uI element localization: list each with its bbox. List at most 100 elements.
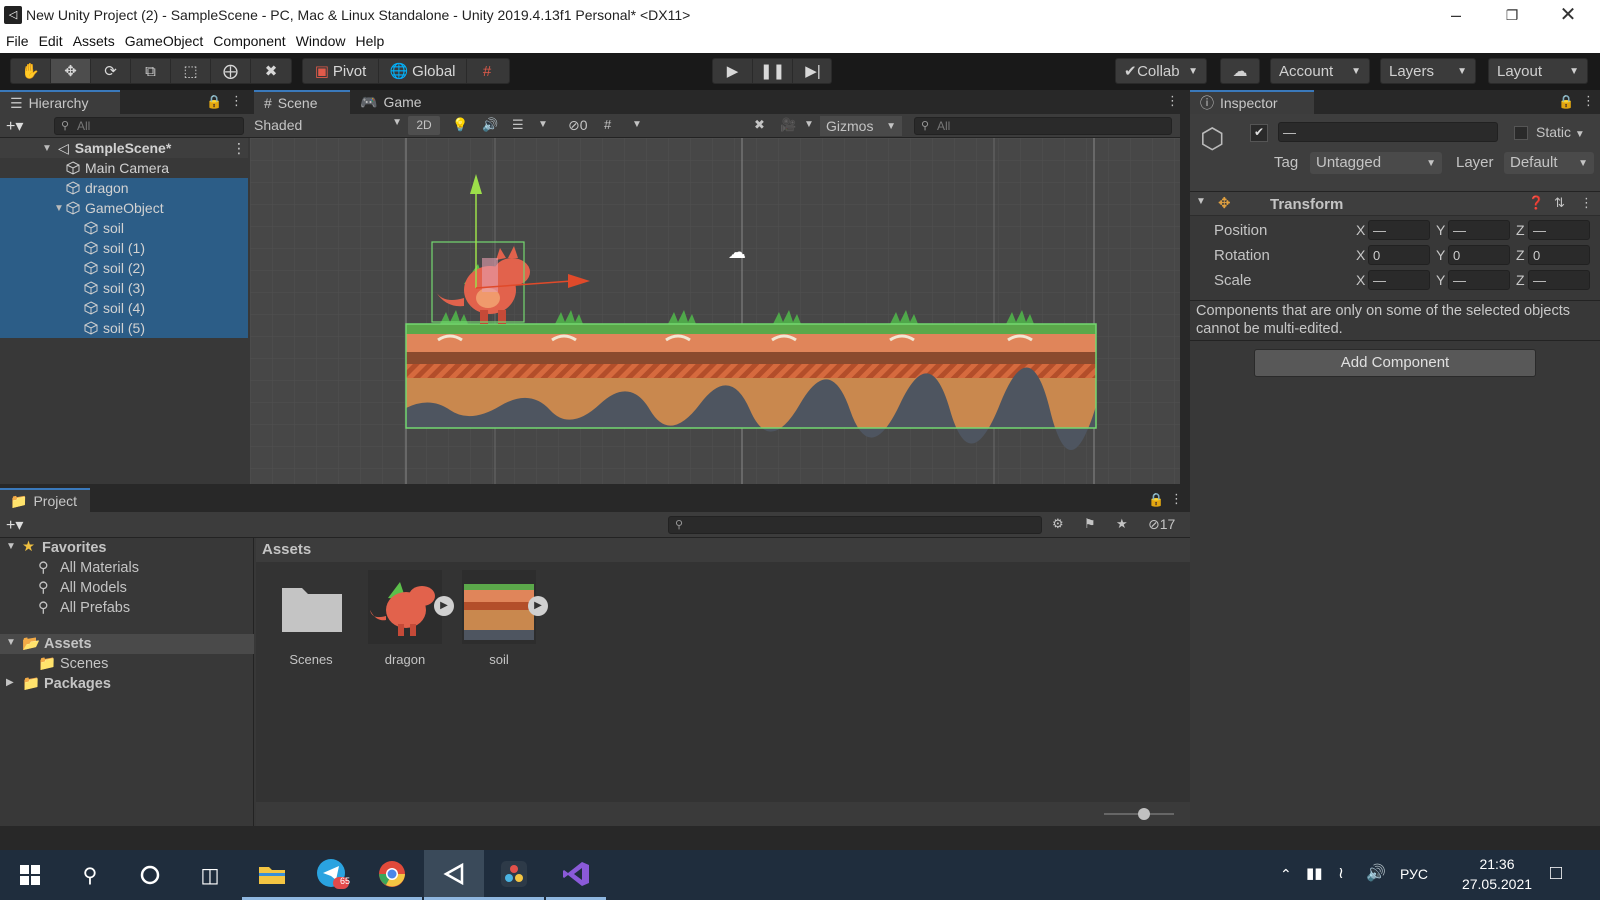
fav-item-all-models[interactable]: ⚲ All Models	[0, 578, 254, 598]
expand-triangle-icon[interactable]: ▼	[54, 203, 66, 214]
expand-sprite-icon[interactable]: ▶	[528, 596, 548, 616]
kebab-menu-icon[interactable]: ⋮	[230, 93, 243, 109]
transform-tool-icon[interactable]: ⨁	[211, 59, 251, 83]
chevron-down-icon[interactable]: ▼	[538, 119, 548, 130]
hierarchy-search-input[interactable]: ⚲ All	[54, 117, 244, 135]
scene-viewport[interactable]: ☁	[250, 138, 1180, 484]
menu-help[interactable]: Help	[349, 30, 388, 49]
tag-dropdown[interactable]: Untagged ▼	[1310, 152, 1442, 174]
unity-icon[interactable]	[424, 850, 484, 900]
hierarchy-item-soil-2[interactable]: soil (2)	[0, 258, 248, 278]
menu-assets[interactable]: Assets	[67, 30, 119, 49]
create-plus-icon[interactable]: +▾	[6, 515, 23, 535]
grid-icon[interactable]: #	[604, 117, 611, 132]
minimize-icon[interactable]: –	[1428, 0, 1484, 30]
grid-snap-icon[interactable]: #	[467, 59, 507, 83]
account-dropdown[interactable]: Account ▼	[1270, 58, 1370, 84]
gizmos-dropdown[interactable]: Gizmos ▼	[820, 116, 902, 136]
kebab-menu-icon[interactable]: ⋮	[1166, 93, 1179, 109]
chrome-icon[interactable]	[362, 850, 422, 900]
volume-icon[interactable]: 🔊	[1366, 863, 1386, 883]
hierarchy-item-soil-1[interactable]: soil (1)	[0, 238, 248, 258]
file-explorer-icon[interactable]	[242, 850, 302, 900]
play-icon[interactable]: ▶	[713, 59, 753, 83]
menu-window[interactable]: Window	[290, 30, 350, 49]
breadcrumb[interactable]: Assets	[256, 538, 1190, 562]
cortana-icon[interactable]	[120, 850, 180, 900]
filter-label-icon[interactable]: ⚑	[1084, 516, 1096, 532]
restore-icon[interactable]: ❐	[1484, 0, 1540, 30]
hidden-packages-toggle[interactable]: ⊘17	[1148, 516, 1175, 533]
language-indicator[interactable]: РУС	[1400, 866, 1428, 882]
chevron-down-icon[interactable]: ▼	[804, 119, 814, 130]
camera-icon[interactable]: 🎥	[780, 117, 796, 133]
zoom-slider-thumb[interactable]	[1138, 808, 1150, 820]
clock-time[interactable]: 21:36	[1462, 856, 1532, 872]
favorite-star-icon[interactable]: ★	[1116, 516, 1128, 532]
rotation-z-field[interactable]: 0	[1528, 245, 1590, 265]
rect-tool-icon[interactable]: ⬚	[171, 59, 211, 83]
menu-gameobject[interactable]: GameObject	[119, 30, 208, 49]
expand-triangle-icon[interactable]: ▼	[42, 143, 54, 154]
move-tool-icon[interactable]: ✥	[51, 59, 91, 83]
asset-item-scenes[interactable]: Scenes	[266, 570, 356, 670]
static-checkbox[interactable]	[1514, 126, 1528, 140]
hierarchy-item-dragon[interactable]: dragon	[0, 178, 248, 198]
layout-dropdown[interactable]: Layout ▼	[1488, 58, 1588, 84]
asset-item-dragon[interactable]: ▶ dragon	[360, 570, 454, 670]
close-icon[interactable]: ✕	[1540, 0, 1596, 30]
visual-studio-icon[interactable]	[546, 850, 606, 900]
davinci-icon[interactable]	[484, 850, 544, 900]
packages-folder-row[interactable]: ▶ 📁 Packages	[0, 674, 254, 694]
transform-header[interactable]: ▼ ✥ Transform ❓ ⇅ ⋮	[1190, 192, 1600, 216]
expand-sprite-icon[interactable]: ▶	[434, 596, 454, 616]
position-y-field[interactable]: —	[1448, 220, 1510, 240]
tab-hierarchy[interactable]: ☰ Hierarchy	[0, 90, 120, 114]
start-icon[interactable]	[0, 850, 60, 900]
position-x-field[interactable]: —	[1368, 220, 1430, 240]
hand-tool-icon[interactable]: ✋	[11, 59, 51, 83]
layers-dropdown[interactable]: Layers ▼	[1380, 58, 1476, 84]
expand-triangle-icon[interactable]: ▼	[1196, 196, 1206, 207]
pause-icon[interactable]: ❚❚	[753, 59, 793, 83]
rotation-x-field[interactable]: 0	[1368, 245, 1430, 265]
global-toggle[interactable]: 🌐 Global	[379, 59, 467, 83]
layer-dropdown[interactable]: Default ▼	[1504, 152, 1594, 174]
kebab-menu-icon[interactable]: ⋮	[1170, 491, 1183, 507]
step-icon[interactable]: ▶|	[793, 59, 833, 83]
hierarchy-item-soil-4[interactable]: soil (4)	[0, 298, 248, 318]
effects-icon[interactable]: ☰	[512, 117, 524, 133]
tab-inspector[interactable]: ⓘ Inspector	[1190, 90, 1314, 114]
scene-row[interactable]: ▼ ◁ SampleScene* ⋮	[0, 138, 248, 158]
lock-icon[interactable]: 🔒	[1558, 94, 1574, 110]
telegram-icon[interactable]: 65	[302, 850, 362, 900]
rotation-y-field[interactable]: 0	[1448, 245, 1510, 265]
task-view-icon[interactable]: ◫	[180, 850, 240, 900]
favorites-row[interactable]: ▼ ★ Favorites	[0, 538, 254, 558]
wifi-icon[interactable]: ≀	[1338, 863, 1344, 883]
fav-item-all-prefabs[interactable]: ⚲ All Prefabs	[0, 598, 254, 618]
fav-item-all-materials[interactable]: ⚲ All Materials	[0, 558, 254, 578]
presets-icon[interactable]: ⇅	[1554, 195, 1565, 211]
lock-icon[interactable]: 🔒	[1148, 492, 1164, 508]
collapse-triangle-icon[interactable]: ▶	[6, 677, 14, 688]
hierarchy-item-soil[interactable]: soil	[0, 218, 248, 238]
assets-folder-row[interactable]: ▼ 📂 Assets	[0, 634, 254, 654]
scale-tool-icon[interactable]: ⧉	[131, 59, 171, 83]
expand-triangle-icon[interactable]: ▼	[6, 541, 16, 552]
hierarchy-item-soil-3[interactable]: soil (3)	[0, 278, 248, 298]
add-component-button[interactable]: Add Component	[1254, 349, 1536, 377]
notification-center-icon[interactable]: □	[1550, 862, 1562, 885]
scenes-folder-row[interactable]: 📁 Scenes	[0, 654, 254, 674]
scale-x-field[interactable]: —	[1368, 270, 1430, 290]
scene-menu-icon[interactable]: ⋮	[232, 140, 246, 157]
active-checkbox[interactable]: ✔	[1250, 124, 1268, 142]
project-search-input[interactable]: ⚲	[668, 516, 1042, 534]
search-icon[interactable]: ⚲	[60, 850, 120, 900]
expand-triangle-icon[interactable]: ▼	[6, 637, 16, 648]
hierarchy-item-soil-5[interactable]: soil (5)	[0, 318, 248, 338]
tools-icon[interactable]: ✖	[754, 117, 765, 133]
hierarchy-item-main-camera[interactable]: Main Camera	[0, 158, 248, 178]
rotate-tool-icon[interactable]: ⟳	[91, 59, 131, 83]
create-plus-icon[interactable]: +▾	[6, 116, 23, 136]
